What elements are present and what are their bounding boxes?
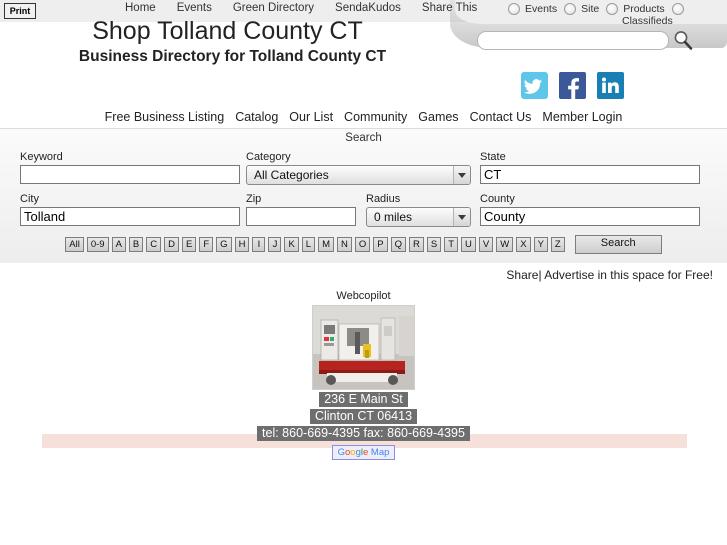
radius-field-group: Radius 0 miles [366,193,471,227]
nav-item-community[interactable]: Community [344,110,407,126]
share-advertise-line: Share| Advertise in this space for Free! [0,268,713,282]
alpha-button-l[interactable]: L [301,237,316,252]
alpha-button-y[interactable]: Y [533,237,548,252]
business-listing: Webcopilot 236 E Main St Clinton CT 0641… [0,290,727,460]
page-title: Shop Tolland County CT [92,17,363,45]
alpha-button-t[interactable]: T [444,237,459,252]
alpha-button-w[interactable]: W [496,237,514,252]
alpha-button-b[interactable]: B [128,237,144,252]
alpha-button-x[interactable]: X [516,237,531,252]
alpha-button-n[interactable]: N [337,237,352,252]
header-search-box [477,31,669,50]
page-subtitle: Business Directory for Tolland County CT [78,48,387,65]
alpha-button-v[interactable]: V [478,237,494,252]
share-link[interactable]: Share [506,268,538,282]
keyword-input[interactable] [20,165,240,184]
radio-classifieds[interactable] [671,3,684,15]
listing-contact: tel: 860-669-4395 fax: 860-669-4395 [257,426,470,441]
alpha-button-u[interactable]: U [461,237,476,252]
chevron-down-icon[interactable] [453,208,470,226]
alphabet-filter-row: All 0-9 A B C D E F G H I J K L M N O P Q R S T U V W X Y Z Search [0,235,727,254]
radio-products[interactable] [606,3,619,15]
radius-label: Radius [366,193,401,205]
keyword-label: Keyword [20,151,63,163]
magnifier-icon[interactable] [672,29,694,51]
radio-events[interactable] [508,3,520,15]
alpha-button-s[interactable]: S [426,237,442,252]
state-field-group: State [480,151,700,184]
alpha-button-j[interactable]: J [268,237,282,252]
alpha-button-r[interactable]: R [409,237,424,252]
city-label: City [20,193,39,205]
search-panel: Search Keyword Category All Categories S… [0,128,727,263]
radio-label-products: Products [623,3,665,15]
alpha-button-k[interactable]: K [284,237,299,252]
radio-site[interactable] [564,3,577,15]
state-input[interactable] [480,165,700,184]
county-label: County [480,193,515,205]
category-label: Category [246,151,291,163]
gmap-letter-e: e [362,447,369,458]
alphabet-buttons: All 0-9 A B C D E F G H I J K L M N O P Q R S T U V W X Y Z [65,237,565,252]
alpha-button-m[interactable]: M [318,237,334,252]
alpha-button-p[interactable]: P [373,237,388,252]
nav-item-contact-us[interactable]: Contact Us [470,110,532,126]
alpha-button-a[interactable]: A [111,237,126,252]
category-select-value[interactable]: All Categories [246,165,471,185]
search-scope-radio-group: Events Site Products [508,3,684,15]
zip-input[interactable] [246,207,356,226]
gmap-letter-g: G [337,447,345,458]
alpha-button-e[interactable]: E [182,237,197,252]
radius-select[interactable]: 0 miles [366,207,471,227]
chevron-down-icon[interactable] [453,166,470,184]
alpha-button-d[interactable]: D [164,237,180,252]
alpha-button-i[interactable]: I [252,237,266,252]
listing-address-line2: Clinton CT 06413 [309,409,418,424]
share-separator: | [538,268,542,282]
radio-label-site: Site [581,3,600,15]
alpha-button-c[interactable]: C [146,237,162,252]
main-navigation: Free Business Listing Catalog Our List C… [0,110,727,126]
nav-item-member-login[interactable]: Member Login [542,110,622,126]
radio-label-classifieds: Classifieds [622,15,673,27]
city-field-group: City [20,193,240,226]
county-input[interactable] [480,207,700,226]
alpha-button-0-9[interactable]: 0-9 [86,237,109,252]
nav-item-free-business-listing[interactable]: Free Business Listing [105,110,225,126]
facebook-icon[interactable] [557,70,588,101]
alpha-button-q[interactable]: Q [390,237,406,252]
twitter-icon[interactable] [519,70,550,101]
alpha-button-all[interactable]: All [65,237,84,252]
city-input[interactable] [20,207,240,226]
listing-title: Webcopilot [336,290,391,302]
keyword-field-group: Keyword [20,151,240,184]
linkedin-icon[interactable] [595,70,626,101]
zip-label: Zip [246,193,262,205]
category-select[interactable]: All Categories [246,165,471,185]
page-header: Print Home Events Green Directory SendaK… [0,0,727,108]
nav-item-our-list[interactable]: Our List [289,110,333,126]
header-search-input[interactable] [478,32,668,49]
listing-photo[interactable] [312,305,415,390]
alpha-button-f[interactable]: F [199,237,214,252]
advertise-link[interactable]: Advertise in this space for Free! [544,268,713,282]
listing-address-line1: 236 E Main St [319,392,408,407]
content-area: Webcopilot 236 E Main St Clinton CT 0641… [0,290,727,545]
zip-field-group: Zip [246,193,356,226]
alpha-button-h[interactable]: H [234,237,250,252]
google-map-link[interactable]: Google Map [331,445,396,460]
gmap-word-map: Map [370,447,390,458]
radio-label-events: Events [525,3,558,15]
alpha-button-o[interactable]: O [354,237,371,252]
county-field-group: County [480,193,700,226]
category-field-group: Category All Categories [246,151,471,185]
nav-item-games[interactable]: Games [418,110,458,126]
nav-item-catalog[interactable]: Catalog [235,110,278,126]
state-label: State [480,151,506,163]
search-button[interactable]: Search [574,235,662,254]
search-heading: Search [345,132,382,144]
alpha-button-g[interactable]: G [216,237,232,252]
social-links [519,70,626,101]
alpha-button-z[interactable]: Z [550,237,565,252]
